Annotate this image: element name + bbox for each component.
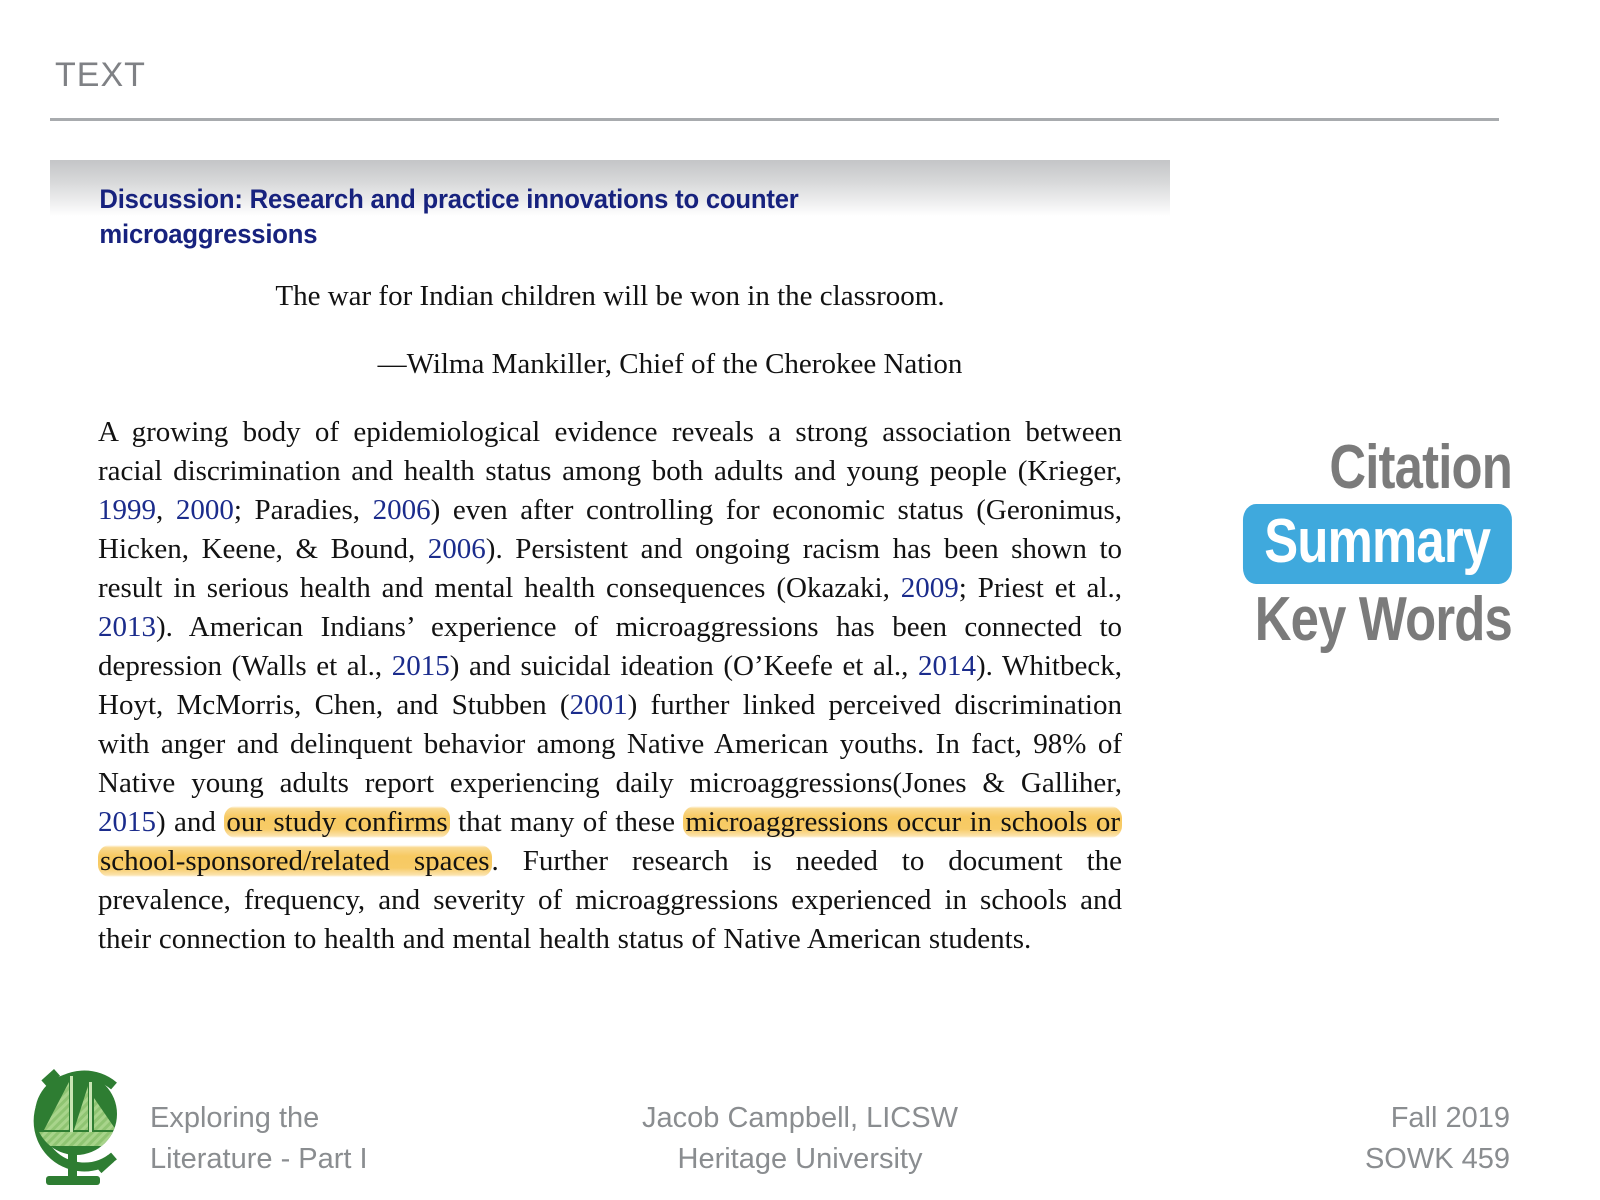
slide-header: TEXT bbox=[0, 0, 1600, 125]
footer-center-line1: Jacob Campbell, LICSW bbox=[642, 1101, 958, 1134]
paragraph-text-11: ) and bbox=[156, 805, 225, 838]
paragraph-text-1: A growing body of epidemiological eviden… bbox=[98, 415, 1122, 487]
globe-sailboat-logo bbox=[33, 1069, 117, 1185]
paragraph-text-2: , bbox=[156, 493, 176, 526]
citation-year-1999: 1999 bbox=[98, 493, 156, 526]
footer-left-line1: Exploring the bbox=[150, 1101, 320, 1134]
citation-year-2006b: 2006 bbox=[427, 532, 486, 565]
paragraph-text-12: that many of these bbox=[449, 805, 684, 838]
citation-year-2014: 2014 bbox=[918, 649, 977, 682]
header-divider bbox=[50, 118, 1499, 121]
annotation-summary-wrapper: Summary bbox=[1152, 503, 1512, 585]
page-title: TEXT bbox=[55, 56, 146, 94]
footer-left: Exploring the Literature - Part I bbox=[150, 1098, 368, 1180]
paragraph-text-6: ; Priest et al., bbox=[958, 571, 1122, 604]
footer-center-line2: Heritage University bbox=[677, 1142, 923, 1175]
body-paragraph: A growing body of epidemiological eviden… bbox=[50, 413, 1170, 959]
footer-left-line2: Literature - Part I bbox=[150, 1142, 368, 1175]
citation-year-2013: 2013 bbox=[98, 610, 156, 643]
annotation-citation: Citation bbox=[1329, 433, 1512, 502]
footer-right-line1: Fall 2019 bbox=[1390, 1101, 1510, 1134]
citation-year-2015a: 2015 bbox=[391, 649, 450, 682]
paragraph-text-3: ; Paradies, bbox=[233, 493, 373, 526]
annotation-stack: Citation Summary Key Words bbox=[1152, 433, 1513, 655]
citation-year-2001: 2001 bbox=[569, 688, 628, 721]
article-body: The war for Indian children will be won … bbox=[50, 278, 1170, 959]
article-excerpt: Discussion: Research and practice innova… bbox=[50, 160, 1170, 988]
citation-year-2015b: 2015 bbox=[98, 805, 156, 838]
footer-center: Jacob Campbell, LICSW Heritage Universit… bbox=[560, 1098, 1040, 1180]
epigraph-attribution: —Wilma Mankiller, Chief of the Cherokee … bbox=[377, 348, 963, 381]
citation-year-2000: 2000 bbox=[175, 493, 234, 526]
highlighted-phrase-1: our study confirms bbox=[224, 805, 450, 838]
footer-right: Fall 2019 SOWK 459 bbox=[1365, 1098, 1510, 1180]
annotation-summary-badge: Summary bbox=[1243, 503, 1512, 585]
citation-year-2006a: 2006 bbox=[372, 493, 431, 526]
citation-year-2009: 2009 bbox=[900, 571, 959, 604]
footer-right-line2: SOWK 459 bbox=[1364, 1142, 1510, 1175]
article-heading: Discussion: Research and practice innova… bbox=[99, 184, 799, 250]
epigraph-quote: The war for Indian children will be won … bbox=[275, 280, 945, 313]
slide-footer: Exploring the Literature - Part I Jacob … bbox=[0, 1035, 1600, 1200]
paragraph-text-8: ) and suicidal ideation (O’Keefe et al., bbox=[449, 649, 919, 682]
annotation-keywords: Key Words bbox=[1254, 585, 1513, 655]
